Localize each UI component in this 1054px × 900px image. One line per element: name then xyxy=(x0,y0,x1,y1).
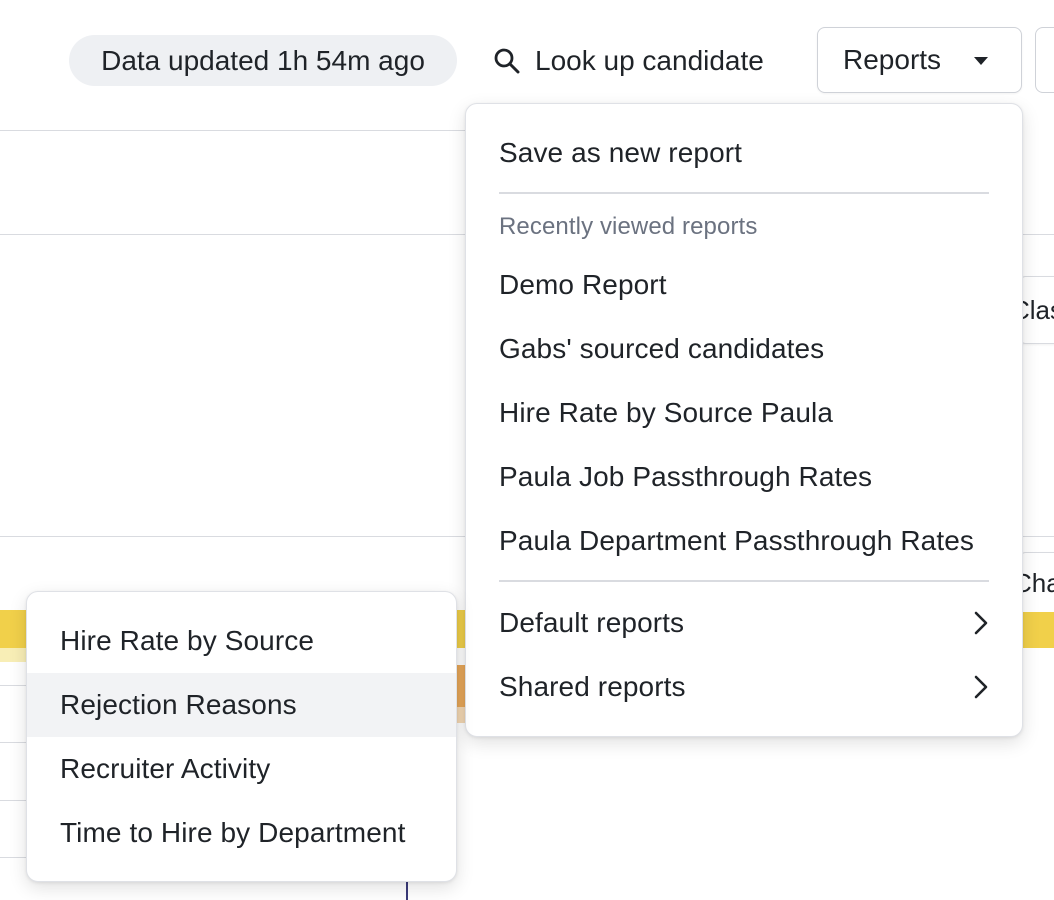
menu-item-label: Recruiter Activity xyxy=(60,753,271,784)
menu-item-label: Hire Rate by Source xyxy=(60,625,315,656)
report-page: Clas Chan Data updated 1h 54m ago Look u… xyxy=(0,0,1054,900)
menu-item-label: Save as new report xyxy=(499,137,743,168)
default-report-item[interactable]: Recruiter Activity xyxy=(27,737,456,801)
menu-item-label: Shared reports xyxy=(499,671,686,702)
toolbar-button-fragment[interactable] xyxy=(1035,27,1054,93)
menu-item-label: Gabs' sourced candidates xyxy=(499,333,825,364)
background-button-fragment[interactable]: Chan xyxy=(1018,552,1054,614)
default-report-item[interactable]: Rejection Reasons xyxy=(27,673,456,737)
caret-down-icon xyxy=(974,57,988,65)
default-report-item[interactable]: Hire Rate by Source xyxy=(27,609,456,673)
menu-item-label: Rejection Reasons xyxy=(60,689,297,720)
divider xyxy=(0,234,470,235)
menu-item-label: Time to Hire by Department xyxy=(60,817,406,848)
save-as-new-report-item[interactable]: Save as new report xyxy=(466,121,1022,185)
section-heading-label: Recently viewed reports xyxy=(499,213,758,240)
menu-separator xyxy=(499,580,989,582)
chevron-right-icon xyxy=(974,675,988,699)
recent-report-item[interactable]: Hire Rate by Source Paula xyxy=(466,381,1022,445)
recent-report-item[interactable]: Demo Report xyxy=(466,253,1022,317)
lookup-candidate-label: Look up candidate xyxy=(535,44,764,76)
recent-report-item[interactable]: Paula Job Passthrough Rates xyxy=(466,445,1022,509)
default-report-item[interactable]: Time to Hire by Department xyxy=(27,801,456,865)
divider xyxy=(1020,536,1054,537)
divider xyxy=(0,536,470,537)
menu-item-label: Paula Department Passthrough Rates xyxy=(499,525,974,556)
search-icon xyxy=(494,48,520,73)
menu-item-label: Demo Report xyxy=(499,269,667,300)
recently-viewed-heading: Recently viewed reports xyxy=(466,207,1022,247)
data-updated-badge: Data updated 1h 54m ago xyxy=(69,35,457,86)
lookup-candidate-button[interactable]: Look up candidate xyxy=(493,35,764,86)
menu-item-label: Default reports xyxy=(499,607,685,638)
data-updated-text: Data updated 1h 54m ago xyxy=(101,44,425,76)
fragment-label: Clas xyxy=(1019,295,1054,325)
chart-marker xyxy=(406,882,408,900)
reports-menu: Save as new report Recently viewed repor… xyxy=(465,103,1023,737)
chevron-right-icon xyxy=(974,611,988,635)
shared-reports-item[interactable]: Shared reports xyxy=(466,655,1022,719)
background-button-fragment[interactable]: Clas xyxy=(1018,276,1054,344)
reports-dropdown-button[interactable]: Reports xyxy=(817,27,1022,93)
divider xyxy=(1020,234,1054,235)
fragment-label: Chan xyxy=(1019,568,1054,598)
recent-report-item[interactable]: Gabs' sourced candidates xyxy=(466,317,1022,381)
divider xyxy=(0,130,470,131)
reports-button-label: Reports xyxy=(843,44,942,75)
default-reports-submenu: Hire Rate by Source Rejection Reasons Re… xyxy=(26,591,457,882)
chart-bar-fragment xyxy=(1020,612,1054,648)
menu-item-label: Hire Rate by Source Paula xyxy=(499,397,834,428)
menu-separator xyxy=(499,192,989,194)
default-reports-item[interactable]: Default reports xyxy=(466,591,1022,655)
menu-item-label: Paula Job Passthrough Rates xyxy=(499,461,873,492)
recent-report-item[interactable]: Paula Department Passthrough Rates xyxy=(466,509,1022,573)
